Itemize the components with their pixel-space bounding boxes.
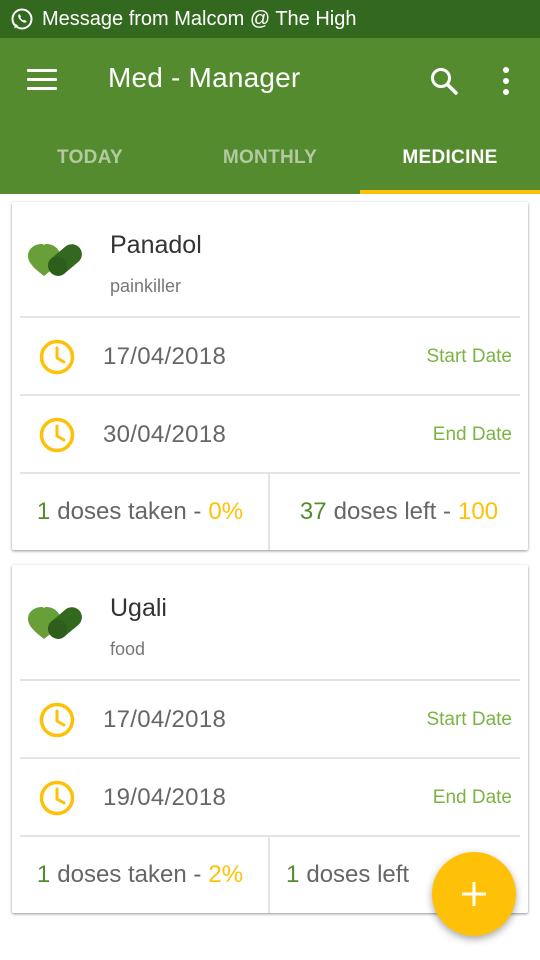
end-date-value: 30/04/2018 bbox=[103, 421, 227, 448]
tab-monthly[interactable]: MONTHLY bbox=[180, 122, 360, 194]
end-date-row[interactable]: 19/04/2018 End Date bbox=[12, 759, 528, 835]
app-bar: Med - Manager TODAY MONTHLY MEDICINE bbox=[0, 38, 540, 194]
start-date-label: Start Date bbox=[426, 709, 512, 730]
doses-left-count: 1 bbox=[286, 861, 300, 888]
doses-taken-text: doses taken - bbox=[57, 498, 202, 525]
doses-left-text: doses left - bbox=[333, 498, 452, 525]
app-title: Med - Manager bbox=[108, 62, 301, 93]
start-date-row[interactable]: 17/04/2018 Start Date bbox=[12, 318, 528, 394]
status-bar: Message from Malcom @ The High bbox=[0, 0, 540, 38]
end-date-row[interactable]: 30/04/2018 End Date bbox=[12, 396, 528, 472]
notification-text: Message from Malcom @ The High bbox=[42, 7, 357, 30]
dose-summary-row: 1 doses taken - 0% 37 doses left - 100 bbox=[12, 474, 528, 550]
end-date-value: 19/04/2018 bbox=[103, 784, 227, 811]
more-vertical-icon[interactable] bbox=[496, 65, 516, 97]
clock-icon bbox=[39, 417, 75, 453]
card-header: Ugali food bbox=[12, 565, 528, 679]
doses-taken-percent: 0% bbox=[208, 498, 244, 525]
doses-taken: 1 doses taken - 2% bbox=[12, 837, 270, 913]
doses-left-percent: 100 bbox=[458, 498, 499, 525]
clock-icon bbox=[39, 339, 75, 375]
start-date-value: 17/04/2018 bbox=[103, 706, 227, 733]
search-icon[interactable] bbox=[428, 65, 460, 97]
start-date-row[interactable]: 17/04/2018 Start Date bbox=[12, 681, 528, 757]
pill-icon bbox=[28, 244, 82, 276]
doses-taken-count: 1 bbox=[36, 861, 51, 888]
tab-today[interactable]: TODAY bbox=[0, 122, 180, 194]
medicine-card[interactable]: Panadol painkiller 17/04/2018 Start Date… bbox=[12, 202, 528, 550]
clock-icon bbox=[39, 780, 75, 816]
end-date-label: End Date bbox=[432, 787, 512, 808]
hamburger-menu-icon[interactable] bbox=[27, 69, 57, 91]
add-medicine-button[interactable] bbox=[432, 852, 516, 936]
card-header: Panadol painkiller bbox=[12, 202, 528, 316]
toolbar: Med - Manager bbox=[0, 38, 540, 122]
start-date-label: Start Date bbox=[426, 346, 512, 367]
pill-icon bbox=[28, 607, 82, 639]
tab-bar: TODAY MONTHLY MEDICINE bbox=[0, 122, 540, 194]
medicine-name: Ugali bbox=[110, 594, 167, 622]
medicine-type: food bbox=[110, 639, 146, 659]
doses-left-text: doses left bbox=[306, 861, 410, 888]
clock-icon bbox=[39, 702, 75, 738]
medicine-name: Panadol bbox=[110, 231, 202, 259]
doses-taken-text: doses taken - bbox=[57, 861, 202, 888]
whatsapp-icon bbox=[11, 8, 33, 30]
doses-left: 37 doses left - 100 bbox=[270, 474, 528, 550]
end-date-label: End Date bbox=[432, 424, 512, 445]
start-date-value: 17/04/2018 bbox=[103, 343, 227, 370]
doses-left-count: 37 bbox=[299, 498, 327, 525]
doses-taken: 1 doses taken - 0% bbox=[12, 474, 270, 550]
doses-taken-count: 1 bbox=[36, 498, 51, 525]
tab-medicine[interactable]: MEDICINE bbox=[360, 122, 540, 194]
add-icon bbox=[462, 882, 486, 906]
medicine-type: painkiller bbox=[110, 276, 182, 296]
doses-taken-percent: 2% bbox=[208, 861, 244, 888]
